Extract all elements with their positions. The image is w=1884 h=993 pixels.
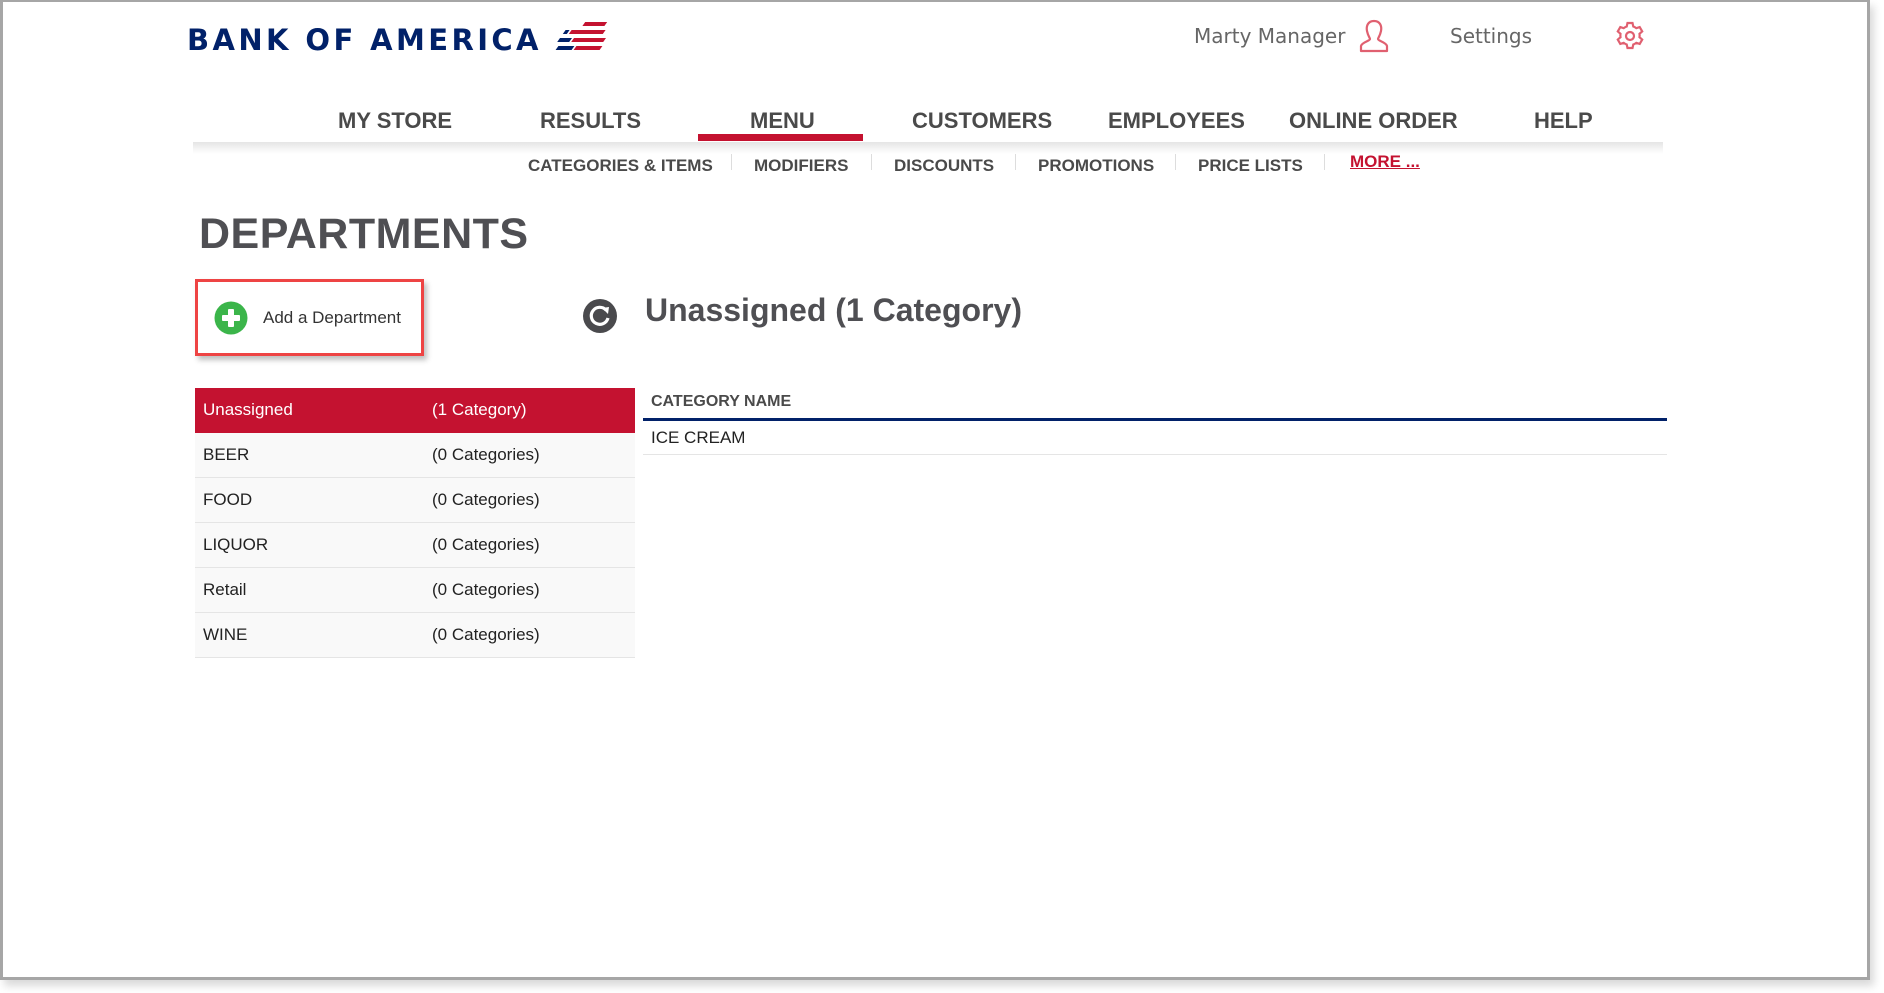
nav-customers[interactable]: CUSTOMERS <box>912 108 1052 134</box>
subnav-separator <box>731 154 732 170</box>
nav-employees[interactable]: EMPLOYEES <box>1108 108 1245 134</box>
app-window: BANK OF AMERICA Marty Manager Settings M… <box>0 0 1870 980</box>
category-row[interactable]: ICE CREAM <box>643 421 1667 455</box>
department-row-retail[interactable]: Retail (0 Categories) <box>195 568 635 613</box>
department-count: (0 Categories) <box>432 490 540 509</box>
plus-circle-icon <box>214 301 248 334</box>
department-name: WINE <box>203 625 248 644</box>
department-row-liquor[interactable]: LIQUOR (0 Categories) <box>195 523 635 568</box>
flag-logo-icon <box>555 22 608 50</box>
department-row-food[interactable]: FOOD (0 Categories) <box>195 478 635 523</box>
subnav-separator <box>1324 154 1325 170</box>
department-count: (1 Category) <box>432 400 527 419</box>
nav-menu-active-indicator <box>698 134 863 141</box>
user-icon[interactable] <box>1357 18 1391 54</box>
subnav-promotions[interactable]: PROMOTIONS <box>1038 156 1154 176</box>
subnav-categories-items[interactable]: CATEGORIES & ITEMS <box>528 156 713 176</box>
nav-results[interactable]: RESULTS <box>540 108 641 134</box>
department-row-beer[interactable]: BEER (0 Categories) <box>195 433 635 478</box>
department-name: LIQUOR <box>203 535 269 554</box>
bank-of-america-logo[interactable]: BANK OF AMERICA <box>187 18 626 62</box>
column-header-category-name[interactable]: CATEGORY NAME <box>643 388 1667 421</box>
detail-title: Unassigned (1 Category) <box>645 292 1022 328</box>
nav-help[interactable]: HELP <box>1534 108 1593 134</box>
department-row-wine[interactable]: WINE (0 Categories) <box>195 613 635 658</box>
sub-nav: CATEGORIES & ITEMS MODIFIERS DISCOUNTS P… <box>3 150 1884 180</box>
department-name: Retail <box>203 580 247 599</box>
subnav-more-link[interactable]: MORE ... <box>1350 152 1420 172</box>
nav-online-order[interactable]: ONLINE ORDER <box>1289 108 1458 134</box>
department-row-unassigned[interactable]: Unassigned (1 Category) <box>195 388 635 433</box>
refresh-icon[interactable] <box>582 298 618 334</box>
add-department-label: Add a Department <box>263 307 401 327</box>
department-name: FOOD <box>203 490 253 509</box>
category-table: CATEGORY NAME ICE CREAM <box>643 388 1667 455</box>
department-count: (0 Categories) <box>432 625 540 644</box>
subnav-discounts[interactable]: DISCOUNTS <box>894 156 994 176</box>
subnav-modifiers[interactable]: MODIFIERS <box>754 156 848 176</box>
user-name[interactable]: Marty Manager <box>1194 24 1345 48</box>
subnav-price-lists[interactable]: PRICE LISTS <box>1198 156 1303 176</box>
settings-link[interactable]: Settings <box>1450 24 1532 48</box>
gear-icon[interactable] <box>1614 20 1646 52</box>
department-name: Unassigned <box>203 400 293 419</box>
department-count: (0 Categories) <box>432 445 540 464</box>
department-name: BEER <box>203 445 250 464</box>
subnav-separator <box>871 154 872 170</box>
category-name: ICE CREAM <box>651 427 746 447</box>
logo-wordmark: BANK OF AMERICA <box>187 23 542 57</box>
subnav-separator <box>1015 154 1016 170</box>
department-count: (0 Categories) <box>432 535 540 554</box>
department-count: (0 Categories) <box>432 580 540 599</box>
nav-menu[interactable]: MENU <box>750 108 815 134</box>
page-title: DEPARTMENTS <box>199 210 529 258</box>
nav-my-store[interactable]: MY STORE <box>338 108 452 134</box>
department-list: Unassigned (1 Category) BEER (0 Categori… <box>195 388 635 658</box>
main-nav: MY STORE RESULTS MENU CUSTOMERS EMPLOYEE… <box>193 102 1663 144</box>
subnav-separator <box>1175 154 1176 170</box>
add-department-button[interactable]: Add a Department <box>195 279 424 356</box>
